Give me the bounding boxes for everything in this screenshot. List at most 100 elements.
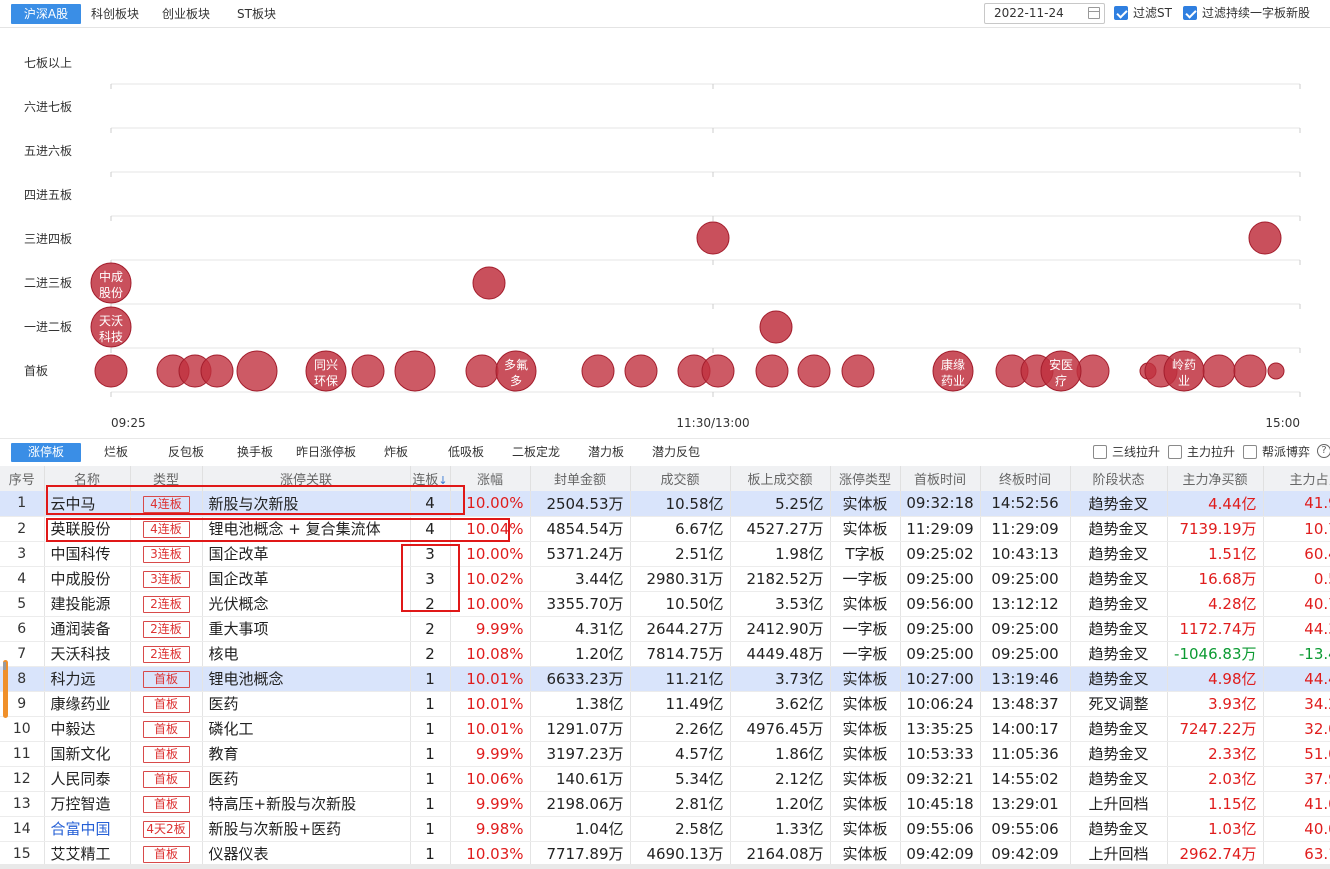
consecutive-boards: 2 <box>410 641 451 667</box>
tab-limit-up[interactable]: 涨停板 <box>11 443 81 462</box>
table-row[interactable]: 9 康缘药业 首板 医药 1 10.01% 1.38亿 11.49亿 3.62亿 实体板 10:06… <box>0 691 1330 717</box>
three-line-rise-checkbox[interactable] <box>1093 445 1107 459</box>
stock-name[interactable]: 艾艾精工 <box>44 841 131 867</box>
date-picker[interactable]: 2022-11-24 <box>984 3 1105 24</box>
limit-up-bubble[interactable] <box>696 221 730 255</box>
last-board-time: 11:29:09 <box>980 516 1071 542</box>
table-row[interactable]: 14 合富中国 4天2板 新股与次新股+医药 1 9.98% 1.04亿 2.58亿 1.33亿… <box>0 816 1330 842</box>
tab-rebound-board[interactable]: 反包板 <box>168 443 204 462</box>
tab-yesterday-limit-up[interactable]: 昨日涨停板 <box>296 443 356 462</box>
first-board-time: 09:25:00 <box>900 641 981 667</box>
stage-status: 上升回档 <box>1070 841 1168 867</box>
limit-up-bubble[interactable] <box>841 354 875 388</box>
limit-up-bubble[interactable] <box>581 354 615 388</box>
limit-up-type: 实体板 <box>830 666 901 692</box>
change-pct: 9.98% <box>450 816 531 842</box>
horizontal-scrollbar[interactable] <box>0 864 1330 869</box>
col-header-onboard[interactable]: 板上成交额 <box>730 466 831 491</box>
bubble-label: 同兴 <box>314 358 338 372</box>
stock-name[interactable]: 合富中国 <box>44 816 131 842</box>
limit-up-bubble[interactable] <box>1248 221 1282 255</box>
stock-name[interactable]: 中国科传 <box>44 541 131 567</box>
table-row[interactable]: 13 万控智造 首板 特高压+新股与次新股 1 9.99% 2198.06万 2.81亿 1.2… <box>0 791 1330 817</box>
col-header-seal[interactable]: 封单金额 <box>530 466 631 491</box>
stock-name[interactable]: 通润装备 <box>44 616 131 642</box>
limit-up-bubble[interactable] <box>1233 354 1267 388</box>
table-row[interactable]: 12 人民同泰 首板 医药 1 10.06% 140.61万 5.34亿 2.12亿 实体板 09:… <box>0 766 1330 792</box>
tab-hs-a-shares[interactable]: 沪深A股 <box>11 4 81 24</box>
limit-up-type: 一字板 <box>830 616 901 642</box>
col-header-last-time[interactable]: 终板时间 <box>980 466 1071 491</box>
col-header-index[interactable]: 序号 <box>0 466 45 491</box>
limit-up-bubble[interactable] <box>465 354 499 388</box>
table-row[interactable]: 5 建投能源 2连板 光伏概念 2 10.00% 3355.70万 10.50亿 3.53亿 实体… <box>0 591 1330 617</box>
drag-handle-icon[interactable] <box>3 662 6 670</box>
tab-broken-board[interactable]: 烂板 <box>104 443 128 462</box>
board-type-badge-label: 2连板 <box>142 596 190 613</box>
stock-name[interactable]: 康缘药业 <box>44 691 131 717</box>
limit-up-bubble[interactable] <box>200 354 234 388</box>
stock-name[interactable]: 建投能源 <box>44 591 131 617</box>
stock-name[interactable]: 中毅达 <box>44 716 131 742</box>
stage-status: 趋势金叉 <box>1070 566 1168 592</box>
stock-name[interactable]: 万控智造 <box>44 791 131 817</box>
board-type-badge-label: 4天2板 <box>142 821 190 838</box>
table-row[interactable]: 7 天沃科技 2连板 核电 2 10.08% 1.20亿 7814.75万 4449.48万 一字… <box>0 641 1330 667</box>
table-row[interactable]: 3 中国科传 3连板 国企改革 3 10.00% 5371.24万 2.51亿 1.98亿 T字板… <box>0 541 1330 567</box>
limit-up-bubble[interactable] <box>797 354 831 388</box>
limit-up-bubble[interactable] <box>351 354 385 388</box>
change-pct: 10.08% <box>450 641 531 667</box>
limit-up-bubble[interactable] <box>236 350 278 392</box>
tab-blown-board[interactable]: 炸板 <box>384 443 408 462</box>
tab-low-buy[interactable]: 低吸板 <box>448 443 484 462</box>
col-header-ratio[interactable]: 主力占比 <box>1263 466 1330 491</box>
limit-up-bubble[interactable] <box>624 354 658 388</box>
limit-up-bubble[interactable] <box>94 354 128 388</box>
stock-name[interactable]: 天沃科技 <box>44 641 131 667</box>
tab-st-board[interactable]: ST板块 <box>230 4 283 24</box>
table-row[interactable]: 15 艾艾精工 首板 仪器仪表 1 10.03% 7717.89万 4690.13万 2164.… <box>0 841 1330 867</box>
col-header-amount[interactable]: 成交额 <box>630 466 731 491</box>
filter-yizi-new-checkbox[interactable] <box>1183 6 1197 20</box>
tab-second-board-leader[interactable]: 二板定龙 <box>512 443 560 462</box>
col-header-first-time[interactable]: 首板时间 <box>900 466 981 491</box>
col-header-ztype[interactable]: 涨停类型 <box>830 466 901 491</box>
faction-game-checkbox[interactable] <box>1243 445 1257 459</box>
limit-up-type: 实体板 <box>830 691 901 717</box>
onboard-turnover: 4527.27万 <box>730 516 831 542</box>
stock-name[interactable]: 人民同泰 <box>44 766 131 792</box>
col-header-net[interactable]: 主力净买额 <box>1167 466 1264 491</box>
col-header-stage[interactable]: 阶段状态 <box>1070 466 1168 491</box>
limit-up-bubble[interactable] <box>472 266 506 300</box>
limit-up-bubble[interactable] <box>759 310 793 344</box>
main-force-rise-checkbox[interactable] <box>1168 445 1182 459</box>
tab-star-market[interactable]: 科创板块 <box>84 4 146 24</box>
limit-up-type: T字板 <box>830 541 901 567</box>
table-row[interactable]: 10 中毅达 首板 磷化工 1 10.01% 1291.07万 2.26亿 4976.45万 实体… <box>0 716 1330 742</box>
limit-up-bubble[interactable] <box>1076 354 1110 388</box>
stock-name[interactable]: 国新文化 <box>44 741 131 767</box>
help-icon[interactable]: ? <box>1317 444 1330 458</box>
limit-up-type: 实体板 <box>830 791 901 817</box>
tab-chinext[interactable]: 创业板块 <box>155 4 217 24</box>
filter-st-checkbox[interactable] <box>1114 6 1128 20</box>
limit-up-bubble[interactable] <box>394 350 436 392</box>
tab-turnover-board[interactable]: 换手板 <box>237 443 273 462</box>
board-type-badge-label: 首板 <box>142 696 190 713</box>
seal-amount: 5371.24万 <box>530 541 631 567</box>
limit-up-bubble[interactable] <box>701 354 735 388</box>
table-row[interactable]: 8 科力远 首板 锂电池概念 1 10.01% 6633.23万 11.21亿 3.73亿 实体板… <box>0 666 1330 692</box>
stock-name[interactable]: 科力远 <box>44 666 131 692</box>
table-row[interactable]: 4 中成股份 3连板 国企改革 3 10.02% 3.44亿 2980.31万 2182.52万… <box>0 566 1330 592</box>
table-row[interactable]: 11 国新文化 首板 教育 1 9.99% 3197.23万 4.57亿 1.86亿 实体板 10:… <box>0 741 1330 767</box>
tab-potential-rebound[interactable]: 潜力反包 <box>652 443 700 462</box>
bubble-label: 中成 <box>99 269 123 284</box>
limit-up-bubble[interactable] <box>755 354 789 388</box>
stock-name[interactable]: 中成股份 <box>44 566 131 592</box>
limit-up-bubble[interactable] <box>1267 362 1285 380</box>
limit-up-bubble[interactable] <box>1202 354 1236 388</box>
tab-potential-board[interactable]: 潜力板 <box>588 443 624 462</box>
calendar-icon[interactable] <box>1088 7 1100 19</box>
table-row[interactable]: 6 通润装备 2连板 重大事项 2 9.99% 4.31亿 2644.27万 2412.90万一… <box>0 616 1330 642</box>
main-ratio: 41.98% <box>1263 491 1330 517</box>
